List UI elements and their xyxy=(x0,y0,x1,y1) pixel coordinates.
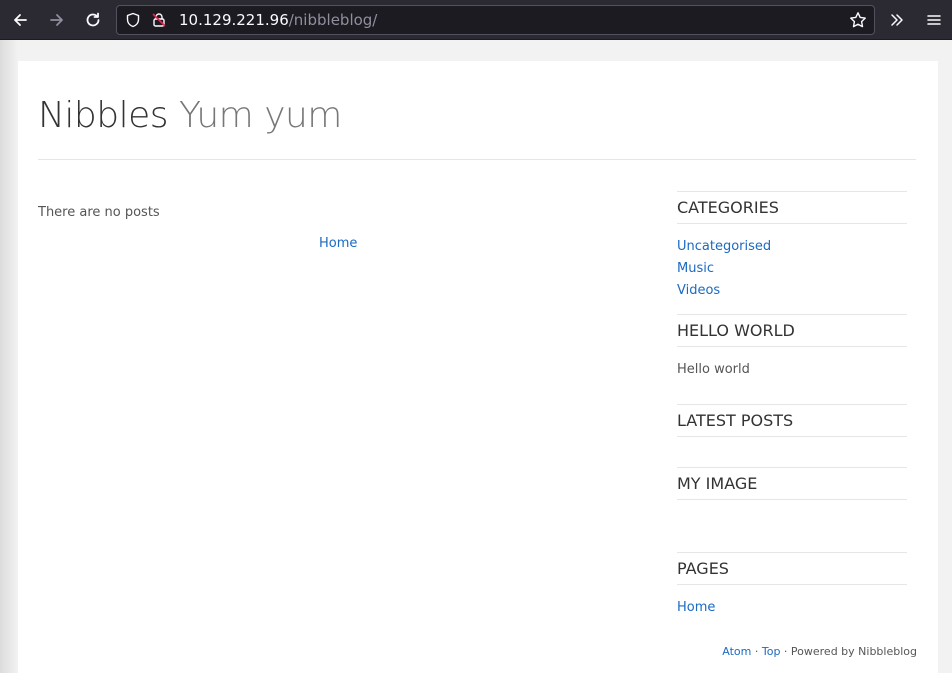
list-item: Music xyxy=(677,258,907,280)
widget-hello-world: HELLO WORLD Hello world xyxy=(677,314,907,378)
widget-title-hello-world: HELLO WORLD xyxy=(677,314,907,347)
atom-link[interactable]: Atom xyxy=(722,645,751,658)
shield-icon[interactable] xyxy=(121,8,145,32)
overflow-chevrons-icon[interactable] xyxy=(885,8,909,32)
star-icon[interactable] xyxy=(846,8,870,32)
browser-toolbar: 10.129.221.96/nibbleblog/ xyxy=(0,0,952,40)
top-link[interactable]: Top xyxy=(762,645,781,658)
reload-icon[interactable] xyxy=(81,8,105,32)
widget-title-my-image: MY IMAGE xyxy=(677,467,907,500)
widget-categories: CATEGORIES Uncategorised Music Videos xyxy=(677,191,907,302)
page-shadow xyxy=(0,40,18,673)
no-posts-message: There are no posts xyxy=(38,205,160,220)
list-item: Uncategorised xyxy=(677,236,907,258)
widget-title-pages: PAGES xyxy=(677,552,907,585)
widget-latest-posts: LATEST POSTS xyxy=(677,404,907,437)
powered-by-text: · Powered by Nibbleblog xyxy=(780,645,917,658)
sidebar: CATEGORIES Uncategorised Music Videos HE… xyxy=(677,191,907,619)
widget-title-categories: CATEGORIES xyxy=(677,191,907,224)
list-item: Home xyxy=(677,597,907,619)
pages-list: Home xyxy=(677,585,907,619)
hello-world-text: Hello world xyxy=(677,362,750,377)
url-host: 10.129.221.96 xyxy=(179,11,289,29)
list-item: Videos xyxy=(677,280,907,302)
blog-page: Nibbles Yum yum There are no posts Home … xyxy=(18,61,938,673)
site-title: Nibbles xyxy=(38,95,169,136)
site-title-link[interactable]: Nibbles xyxy=(38,95,169,136)
address-bar[interactable]: 10.129.221.96/nibbleblog/ xyxy=(116,5,875,35)
category-link-uncategorised[interactable]: Uncategorised xyxy=(677,239,771,254)
site-slogan: Yum yum xyxy=(179,95,342,136)
widget-pages: PAGES Home xyxy=(677,552,907,619)
forward-arrow-icon[interactable] xyxy=(45,8,69,32)
header-divider xyxy=(38,159,916,160)
category-list: Uncategorised Music Videos xyxy=(677,224,907,302)
hamburger-menu-icon[interactable] xyxy=(922,8,946,32)
page-link-home[interactable]: Home xyxy=(677,600,715,615)
widget-my-image: MY IMAGE xyxy=(677,467,907,500)
insecure-lock-icon[interactable] xyxy=(147,8,171,32)
site-header: Nibbles Yum yum xyxy=(38,95,342,137)
category-link-videos[interactable]: Videos xyxy=(677,283,720,298)
widget-title-latest-posts: LATEST POSTS xyxy=(677,404,907,437)
pager-home-link[interactable]: Home xyxy=(319,236,357,252)
category-link-music[interactable]: Music xyxy=(677,261,714,276)
footer-separator: · xyxy=(751,645,762,658)
url-path: /nibbleblog/ xyxy=(288,11,378,29)
footer: Atom · Top · Powered by Nibbleblog xyxy=(722,645,917,659)
back-arrow-icon[interactable] xyxy=(8,8,32,32)
url-text[interactable]: 10.129.221.96/nibbleblog/ xyxy=(179,11,377,29)
